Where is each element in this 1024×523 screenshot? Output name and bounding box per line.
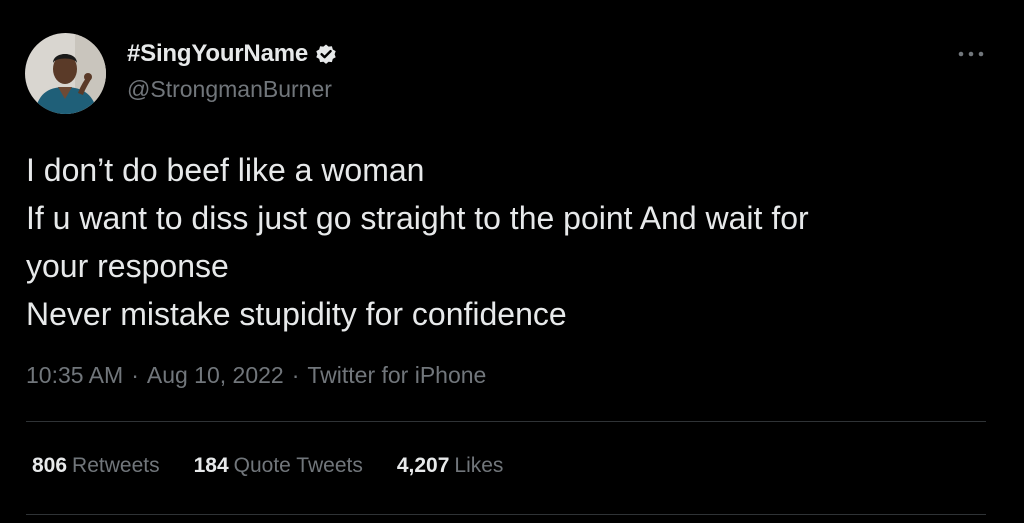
likes-label: Likes xyxy=(454,454,504,477)
tweet-text-line: Never mistake stupidity for confidence xyxy=(26,296,567,332)
tweet-card: #SingYourName @StrongmanBurner I don’t d… xyxy=(0,0,1024,523)
retweets-count: 806 xyxy=(32,454,68,477)
tweet-meta: 10:35 AM · Aug 10, 2022 · Twitter for iP… xyxy=(26,362,486,389)
meta-separator: · xyxy=(131,362,139,388)
divider xyxy=(26,514,986,515)
retweets-stat[interactable]: 806 Retweets xyxy=(32,454,160,478)
verified-badge-icon xyxy=(314,42,338,66)
avatar[interactable] xyxy=(25,33,106,114)
profile-photo xyxy=(25,33,106,114)
likes-count: 4,207 xyxy=(396,454,450,477)
tweet-text: I don’t do beef like a woman If u want t… xyxy=(26,146,986,338)
display-name: #SingYourName xyxy=(127,40,308,67)
tweet-text-line: If u want to diss just go straight to th… xyxy=(26,200,809,236)
tweet-text-line: your response xyxy=(26,248,229,284)
likes-stat[interactable]: 4,207 Likes xyxy=(397,454,504,478)
more-options-button[interactable] xyxy=(954,42,988,66)
more-options-icon xyxy=(958,51,984,57)
divider xyxy=(26,421,986,422)
author-handle[interactable]: @StrongmanBurner xyxy=(127,76,332,103)
quote-tweets-count: 184 xyxy=(193,454,229,477)
author-name-row[interactable]: #SingYourName xyxy=(127,40,338,68)
meta-separator: · xyxy=(291,362,300,388)
tweet-date[interactable]: Aug 10, 2022 xyxy=(147,362,284,389)
quote-tweets-label: Quote Tweets xyxy=(233,454,363,477)
tweet-time[interactable]: 10:35 AM xyxy=(26,362,123,389)
tweet-stats: 806 Retweets 184 Quote Tweets 4,207 Likes xyxy=(32,454,503,478)
retweets-label: Retweets xyxy=(72,454,160,477)
tweet-source-link[interactable]: Twitter for iPhone xyxy=(307,362,486,389)
quote-tweets-stat[interactable]: 184 Quote Tweets xyxy=(194,454,363,478)
tweet-text-line: I don’t do beef like a woman xyxy=(26,152,425,188)
